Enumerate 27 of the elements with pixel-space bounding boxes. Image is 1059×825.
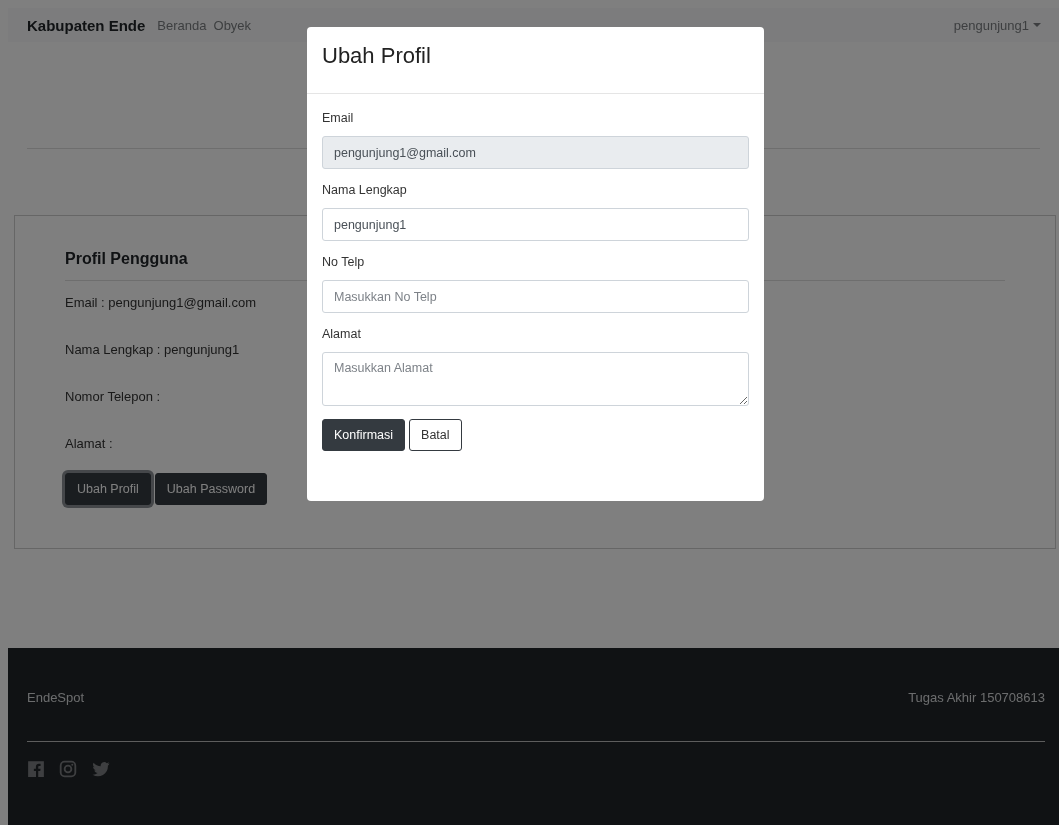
footer-brand: EndeSpot bbox=[27, 690, 85, 705]
profile-title: Profil Pengguna bbox=[65, 250, 188, 268]
profile-field: Nomor Telepon : bbox=[65, 389, 161, 408]
field-label: Nama Lengkap bbox=[322, 183, 408, 197]
nav-link[interactable]: Obyek bbox=[213, 17, 252, 33]
confirm-button[interactable]: Konfirmasi bbox=[322, 419, 406, 451]
change-password-button[interactable]: Ubah Password bbox=[154, 473, 268, 505]
edit-profile-button[interactable]: Ubah Profil bbox=[65, 473, 151, 505]
field-label: No Telp bbox=[322, 255, 366, 269]
modal-title: Ubah Profil bbox=[322, 43, 432, 69]
field-label: Alamat bbox=[322, 327, 362, 341]
input-field[interactable]: Masukkan No Telp bbox=[322, 280, 749, 313]
cancel-button[interactable]: Batal bbox=[409, 419, 462, 451]
profile-field: Nama Lengkap : pengunjung1 bbox=[65, 342, 240, 361]
instagram-icon[interactable] bbox=[59, 760, 77, 778]
user-dropdown[interactable]: pengunjung1 bbox=[953, 17, 1041, 33]
address-field[interactable]: Masukkan Alamat bbox=[322, 352, 749, 406]
facebook-icon[interactable] bbox=[27, 760, 45, 778]
caret-icon bbox=[1033, 23, 1041, 27]
nav-link[interactable]: Beranda bbox=[157, 17, 207, 33]
profile-field: Email : pengunjung1@gmail.com bbox=[65, 295, 256, 314]
twitter-icon[interactable] bbox=[91, 760, 111, 778]
footer-credit: Tugas Akhir 150708613 bbox=[908, 690, 1045, 705]
brand-link[interactable]: Kabupaten Ende bbox=[27, 16, 146, 34]
field-label: Email bbox=[322, 111, 355, 125]
profile-field: Alamat : bbox=[65, 436, 113, 455]
input-field[interactable]: pengunjung1 bbox=[322, 208, 749, 241]
